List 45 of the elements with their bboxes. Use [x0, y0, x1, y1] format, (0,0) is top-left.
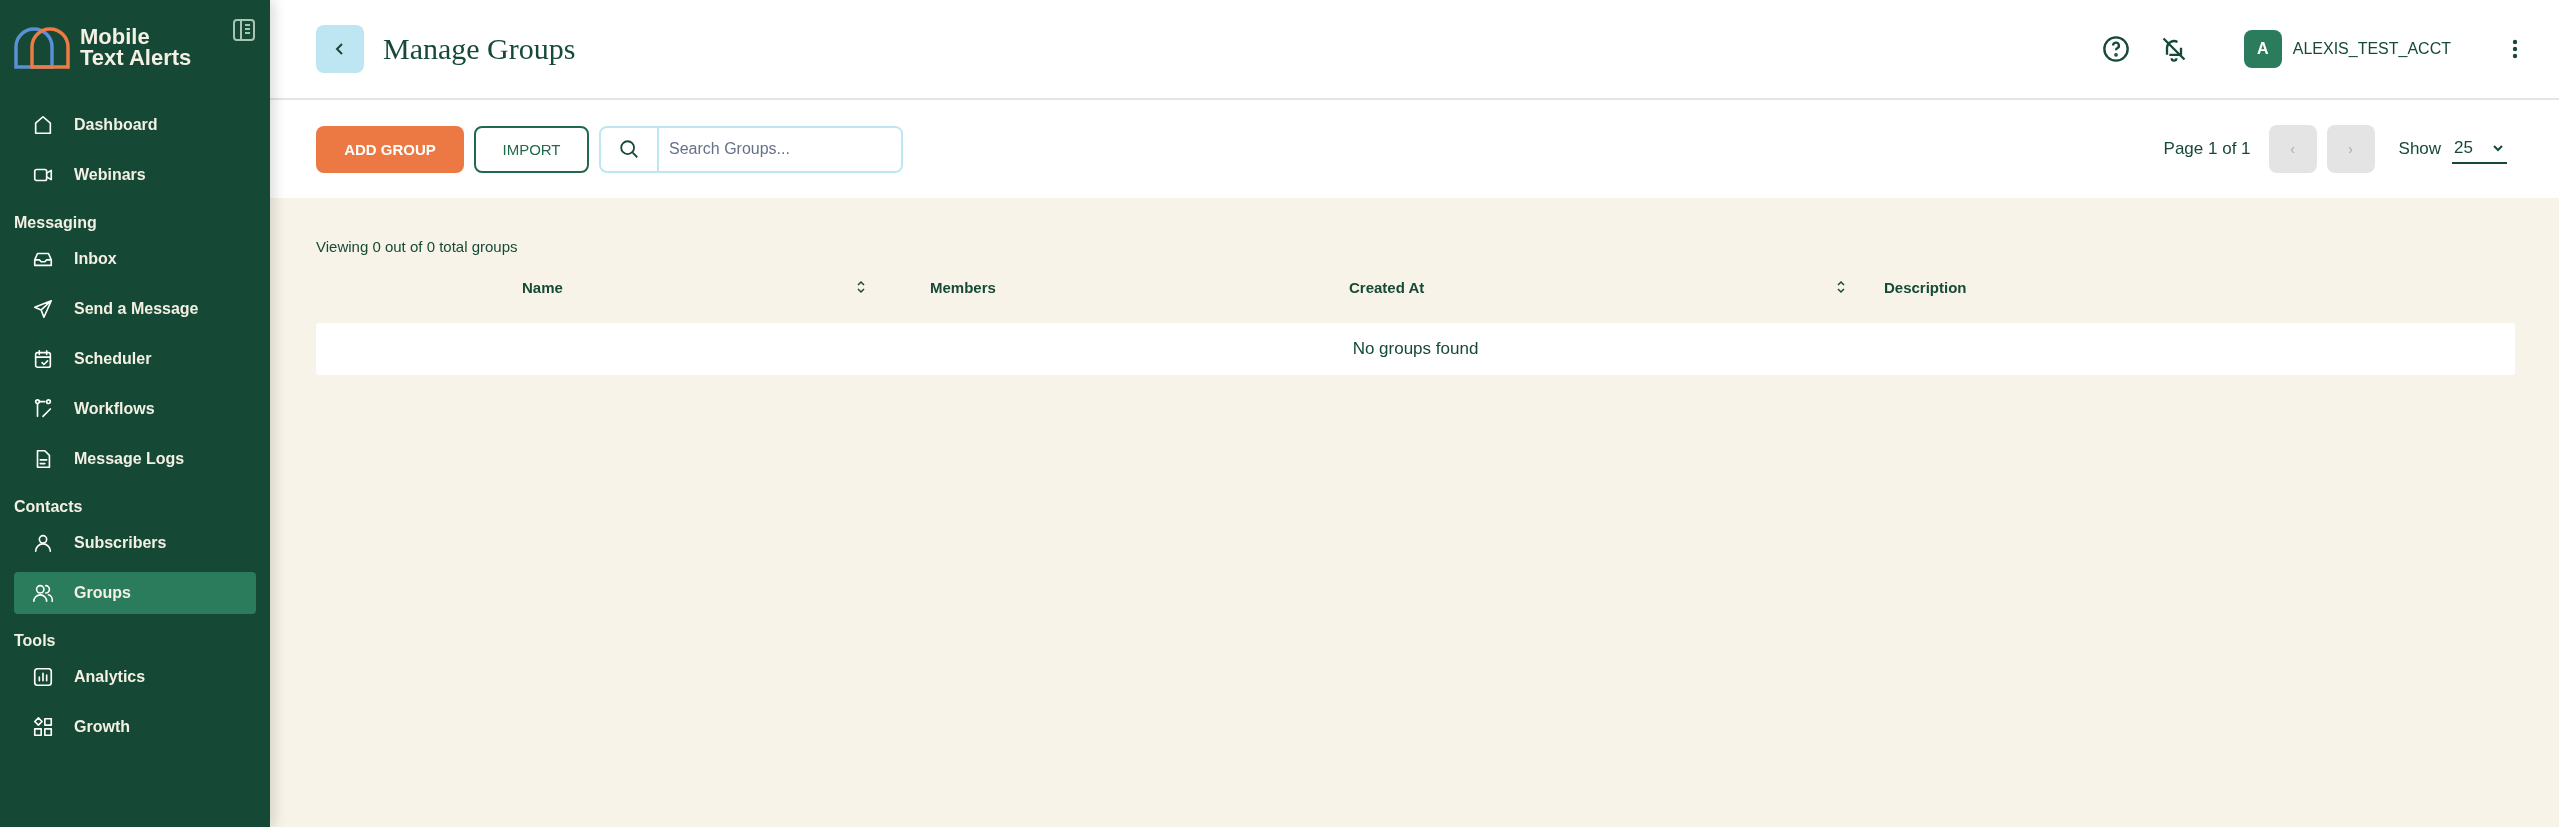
nav-item[interactable]: Subscribers	[14, 522, 256, 564]
nav-section-heading: Contacts	[14, 497, 84, 517]
nav-item[interactable]: Send a Message	[14, 288, 256, 330]
sort-icon[interactable]	[856, 280, 866, 294]
sidebar-toggle-icon[interactable]	[232, 18, 256, 42]
nav-item[interactable]: Growth	[14, 706, 256, 748]
nav-item[interactable]: Dashboard	[14, 104, 256, 146]
user-icon	[32, 532, 54, 554]
nav-item[interactable]: Analytics	[14, 656, 256, 698]
sort-icon[interactable]	[1836, 280, 1846, 294]
show-label: Show	[2398, 139, 2442, 159]
shapes-icon	[32, 716, 54, 738]
column-header: Name	[522, 278, 563, 296]
nav-item[interactable]: Scheduler	[14, 338, 256, 380]
page-indicator: Page 1 of 1	[2163, 139, 2251, 159]
page-size-select[interactable]: 25	[2452, 134, 2507, 164]
results-summary: Viewing 0 out of 0 total groups	[316, 238, 519, 255]
column-header: Members	[930, 278, 996, 296]
page-title: Manage Groups	[383, 32, 576, 66]
send-icon	[32, 298, 54, 320]
nav-item[interactable]: Webinars	[14, 154, 256, 196]
nav-item[interactable]: Groups	[14, 572, 256, 614]
more-icon[interactable]	[2511, 37, 2519, 61]
account-name[interactable]: ALEXIS_TEST_ACCT	[2292, 40, 2451, 58]
nav-section-heading: Tools	[14, 631, 57, 651]
column-header: Created At	[1349, 278, 1425, 296]
calendar-icon	[32, 348, 54, 370]
nav-item[interactable]: Inbox	[14, 238, 256, 280]
logo-icon	[14, 27, 70, 69]
users-icon	[32, 582, 54, 604]
nav-item[interactable]: Message Logs	[14, 438, 256, 480]
nav-item[interactable]: Workflows	[14, 388, 256, 430]
help-icon[interactable]	[2101, 35, 2130, 63]
search-field[interactable]: Search Groups...	[599, 125, 903, 173]
avatar[interactable]: A	[2243, 30, 2282, 68]
workflow-icon	[32, 398, 54, 420]
search-icon	[618, 138, 640, 160]
home-icon	[32, 114, 54, 136]
brand-name: Mobile	[80, 26, 151, 47]
empty-message: No groups found	[1352, 339, 1479, 359]
nav-section-heading: Messaging	[14, 213, 98, 233]
brand-name: Text Alerts	[80, 47, 192, 68]
chart-icon	[32, 666, 54, 688]
import-button[interactable]: IMPORT	[474, 125, 589, 173]
column-header: Description	[1884, 278, 1967, 296]
